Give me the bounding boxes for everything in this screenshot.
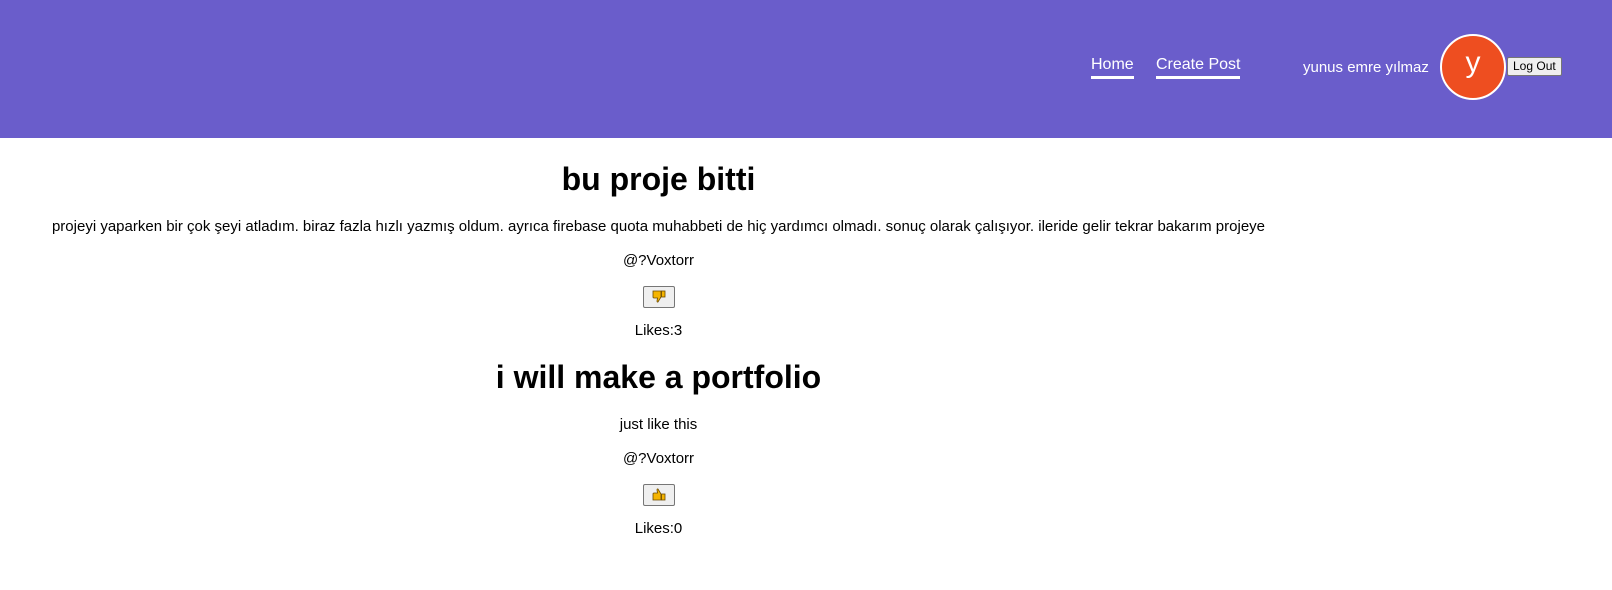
post-likes: Likes:0 — [634, 520, 683, 537]
post-author: @?Voxtorr — [622, 450, 695, 467]
post-likes: Likes:3 — [634, 322, 683, 339]
post-author: @?Voxtorr — [622, 252, 695, 269]
post-body: projeyi yaparken bir çok şeyi atladım. b… — [51, 218, 1266, 235]
nav-create-post-link[interactable]: Create Post — [1156, 56, 1241, 79]
thumbs-up-icon — [652, 488, 665, 501]
like-button[interactable] — [642, 484, 675, 506]
post-list: bu proje bitti projeyi yaparken bir çok … — [0, 138, 1317, 538]
logout-button[interactable]: Log Out — [1507, 57, 1562, 76]
post-title: bu proje bitti — [561, 161, 756, 197]
navbar: Home Create Post yunus emre yılmaz y Log… — [0, 0, 1612, 138]
avatar: y — [1440, 34, 1506, 100]
post-title: i will make a portfolio — [495, 359, 822, 395]
dislike-button[interactable] — [642, 286, 675, 308]
post-body: just like this — [619, 416, 698, 433]
nav-home-link[interactable]: Home — [1091, 56, 1134, 79]
username-label: yunus emre yılmaz — [1303, 59, 1429, 76]
post-card: i will make a portfolio just like this @… — [0, 340, 1317, 538]
post-card: bu proje bitti projeyi yaparken bir çok … — [0, 138, 1317, 340]
thumbs-down-icon — [652, 290, 665, 303]
